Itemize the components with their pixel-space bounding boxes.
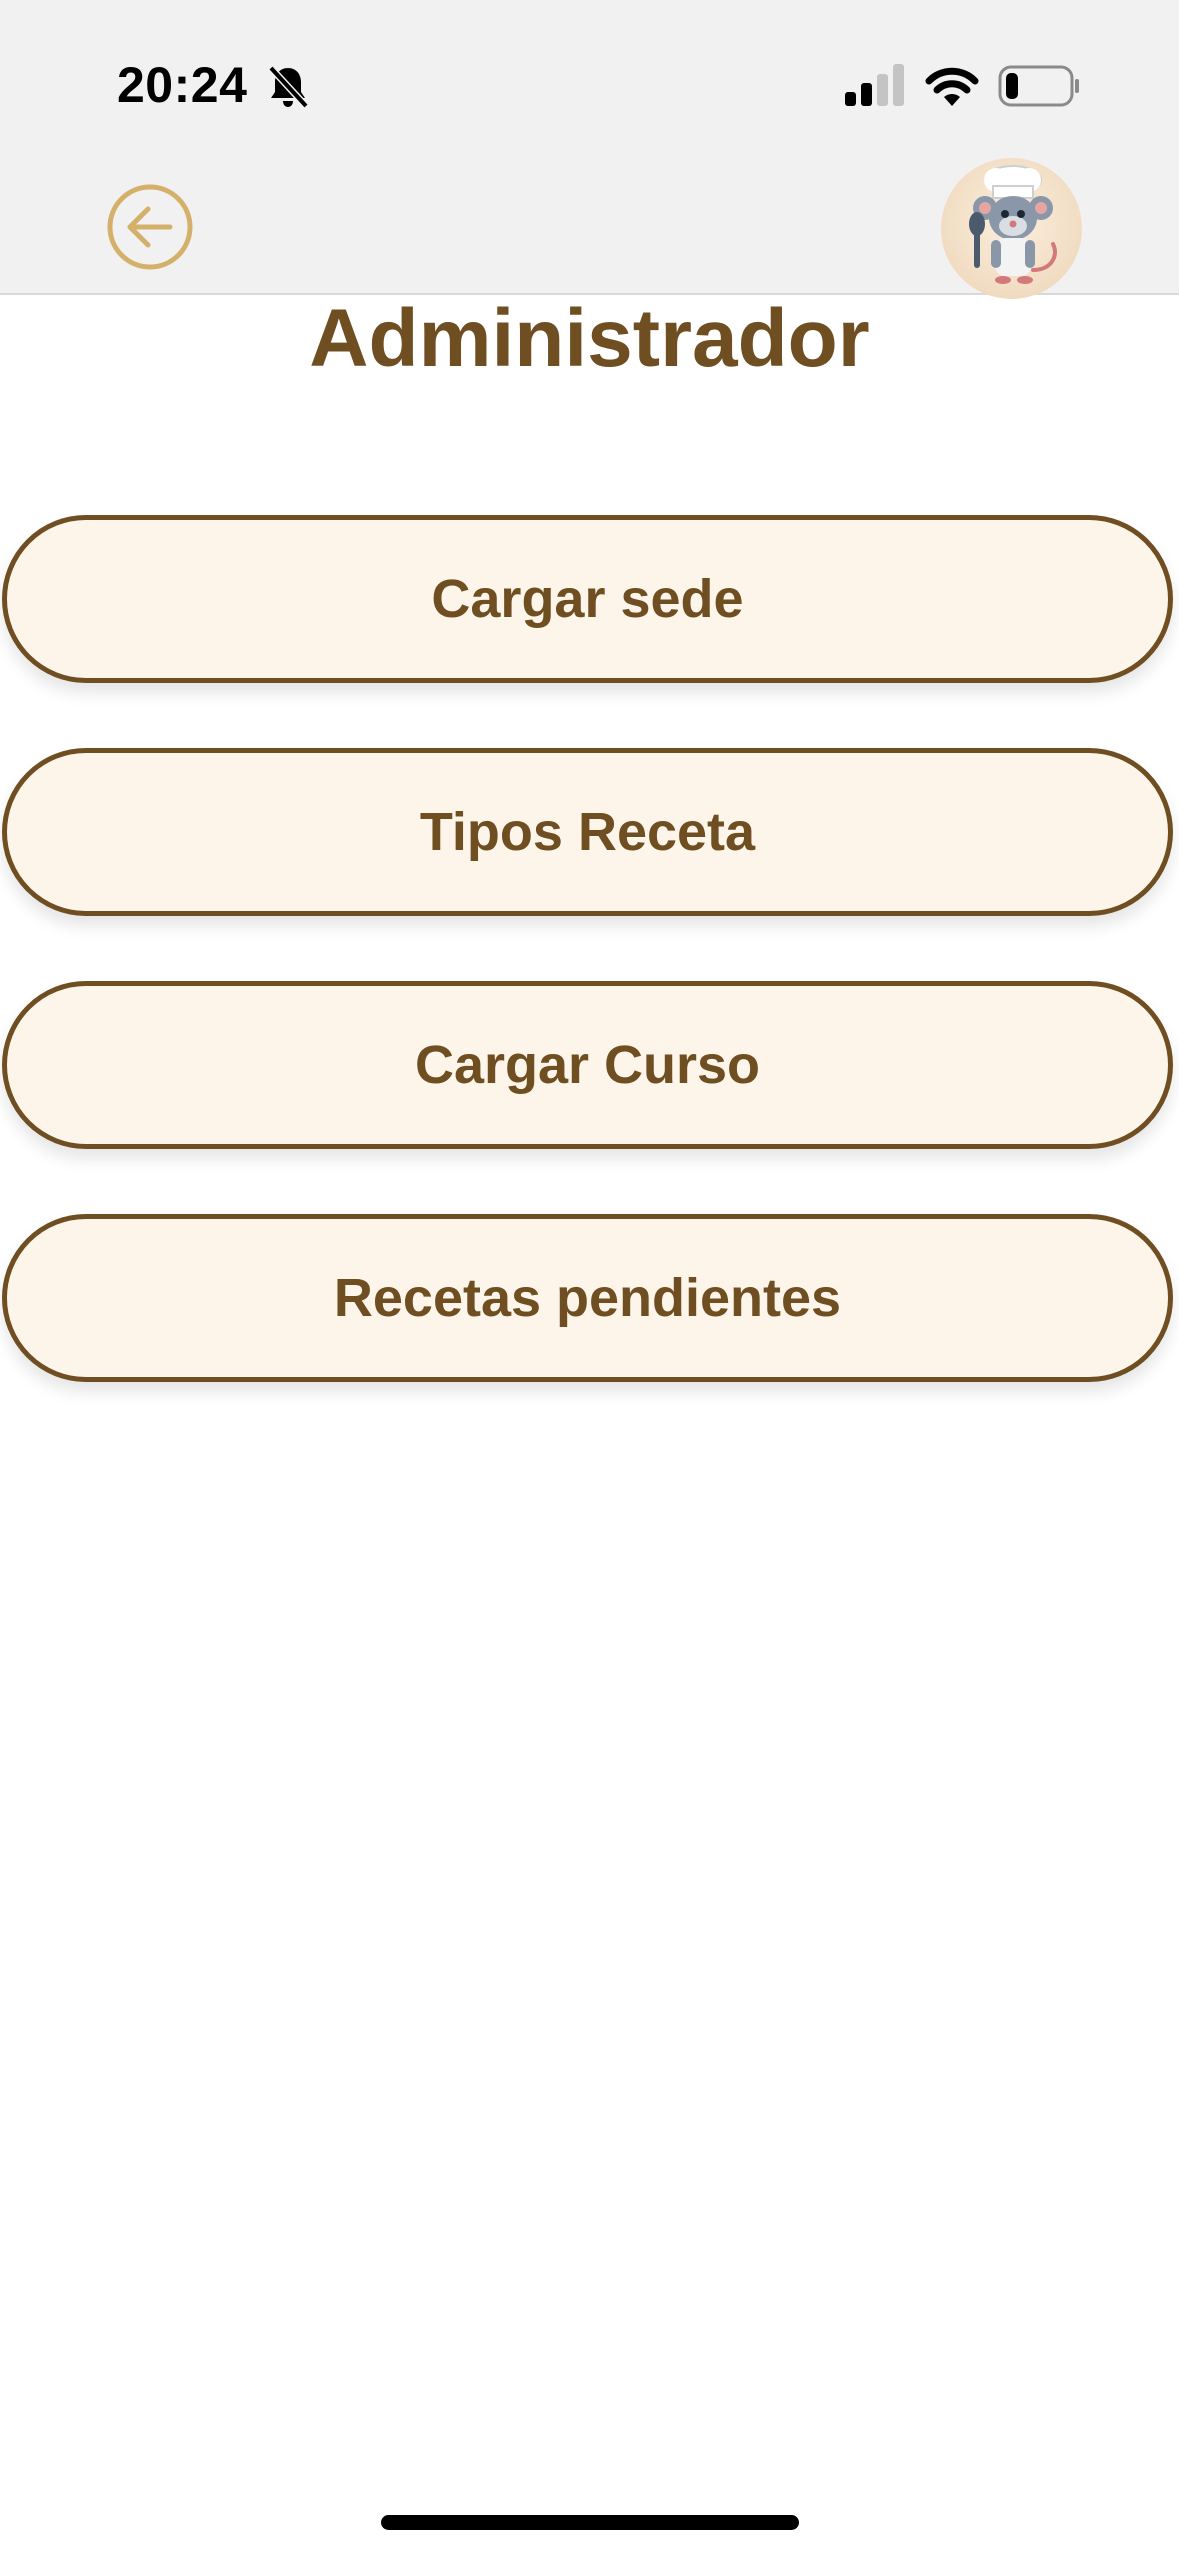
arrow-left-circle-icon [107, 184, 193, 270]
status-time: 20:24 [117, 57, 248, 113]
tipos-receta-button[interactable]: Tipos Receta [2, 748, 1173, 916]
page-title: Administrador [309, 293, 870, 384]
menu-button-label: Cargar Curso [414, 1035, 761, 1095]
chef-mouse-avatar[interactable] [941, 158, 1082, 299]
bell-slash-icon [268, 65, 309, 109]
menu-button-label: Tipos Receta [419, 802, 756, 862]
home-indicator[interactable] [381, 2515, 799, 2530]
cellular-signal-icon [845, 64, 904, 106]
recetas-pendientes-button[interactable]: Recetas pendientes [2, 1214, 1173, 1382]
app-header: 20:24 [0, 0, 1179, 299]
cargar-sede-button[interactable]: Cargar sede [2, 515, 1173, 683]
chef-mouse-icon [969, 165, 1057, 284]
back-button[interactable] [106, 183, 194, 271]
menu-button-label: Recetas pendientes [333, 1268, 842, 1328]
cargar-curso-button[interactable]: Cargar Curso [2, 981, 1173, 1149]
battery-low-icon [998, 65, 1079, 107]
menu-button-label: Cargar sede [431, 569, 744, 629]
wifi-icon [925, 67, 979, 106]
